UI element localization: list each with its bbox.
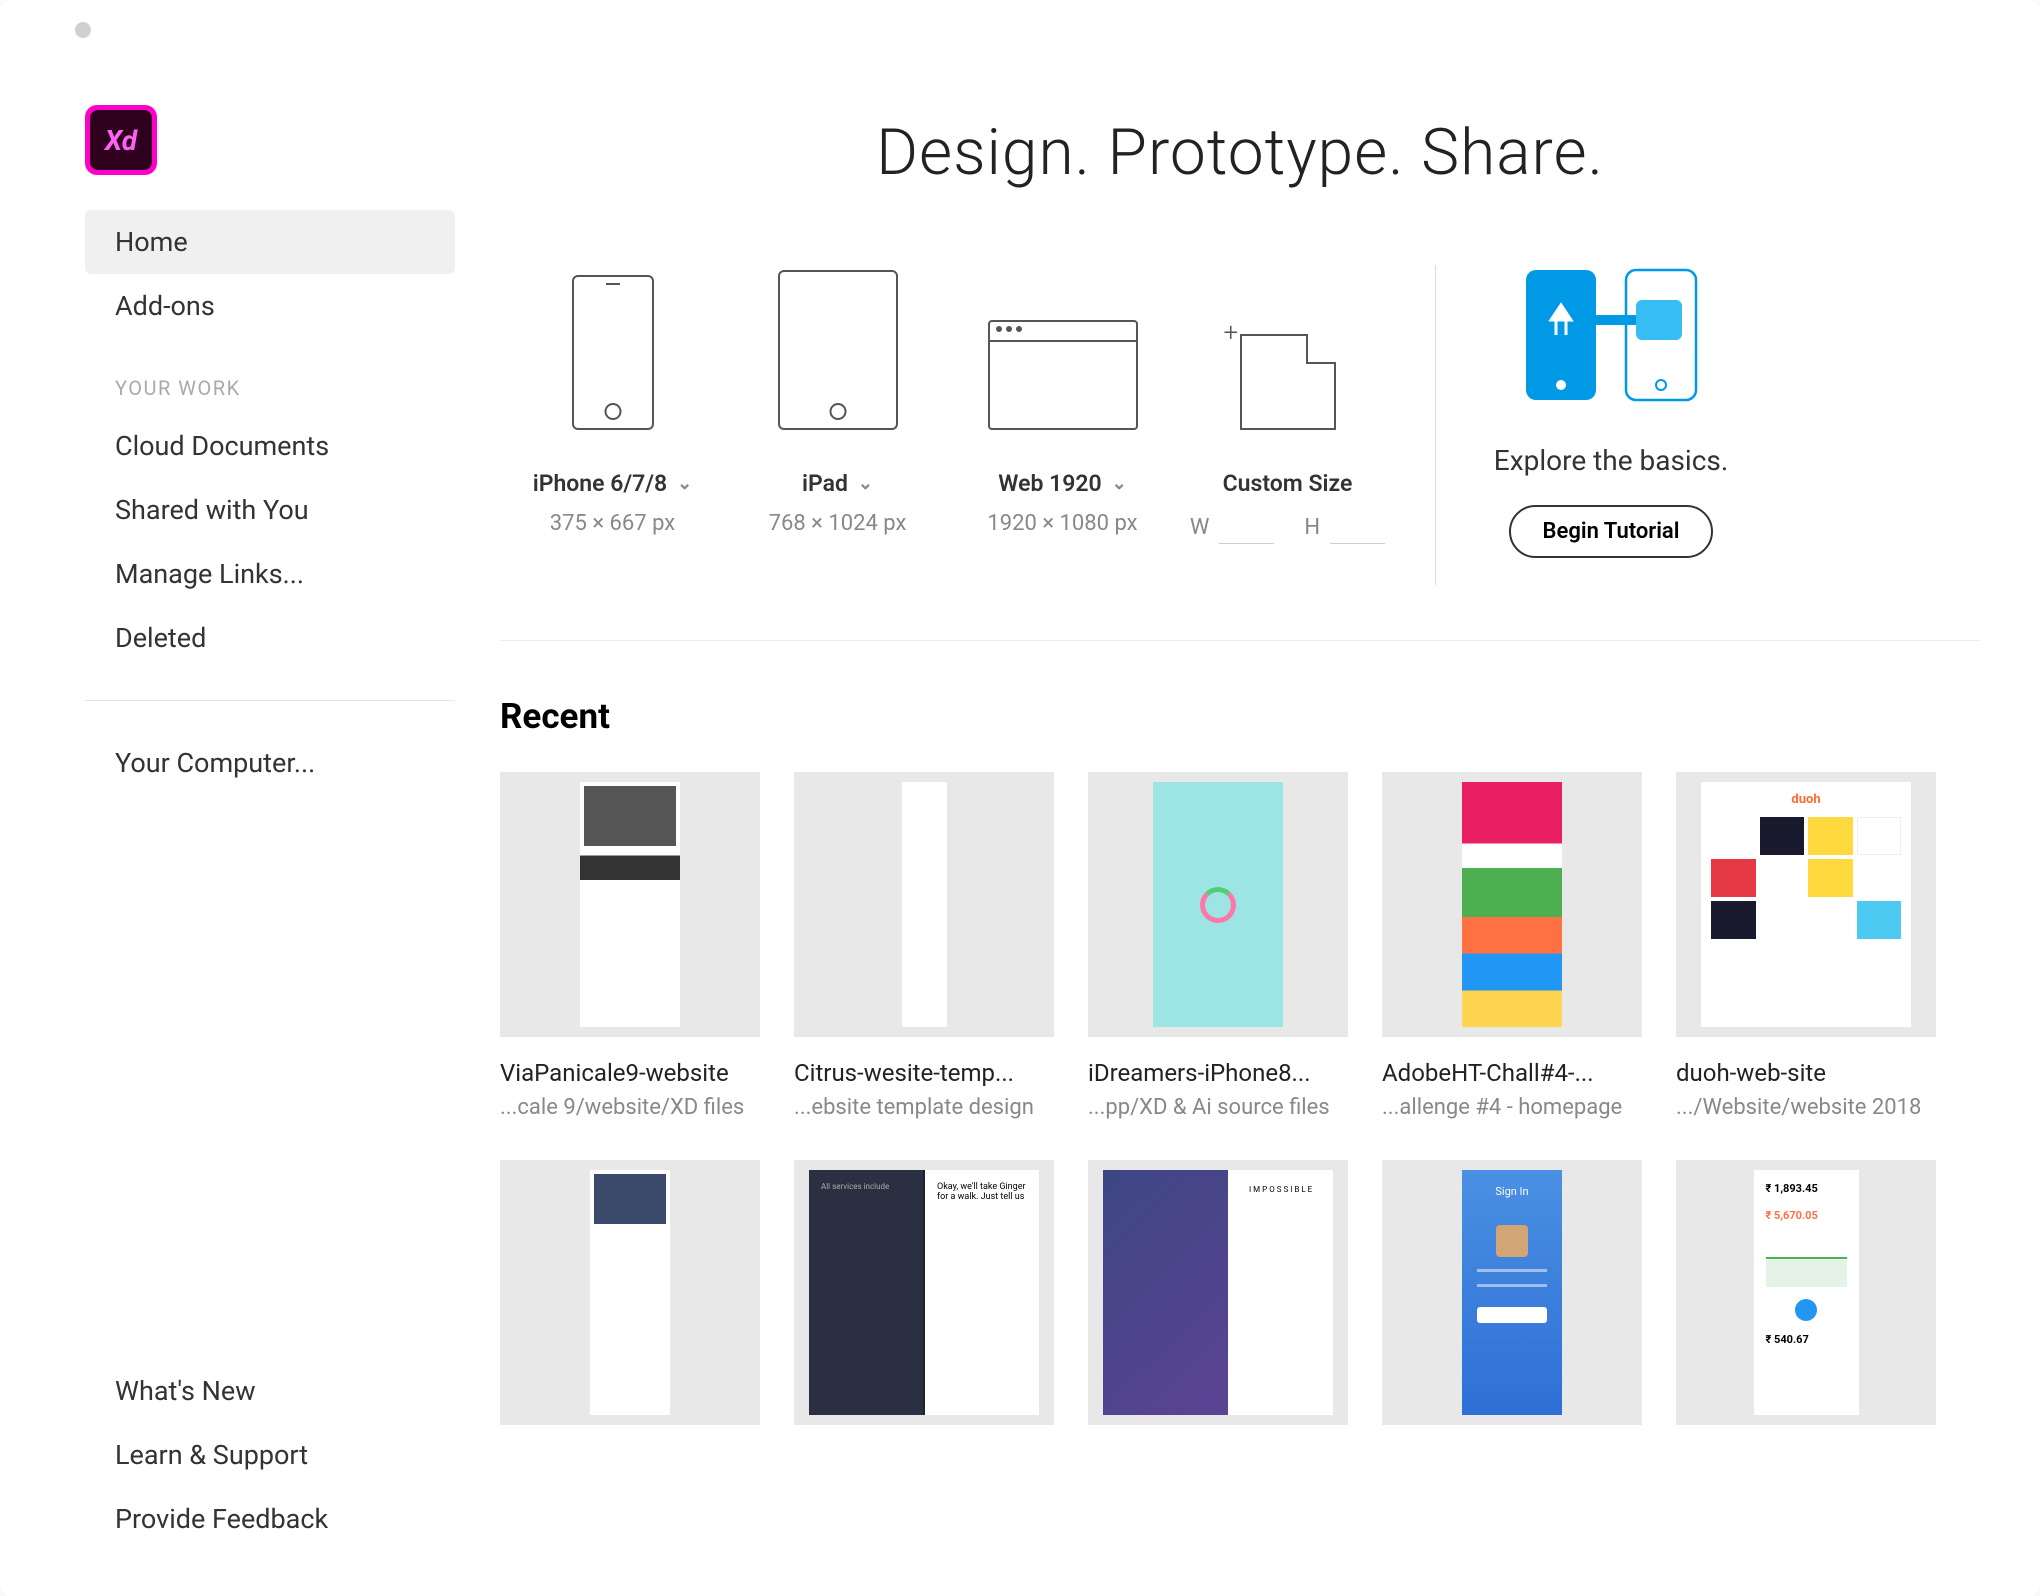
preset-iphone[interactable]: iPhone 6/7/8 ⌄ 375 × 667 px xyxy=(500,265,725,536)
hero-title: Design. Prototype. Share. xyxy=(500,115,1980,190)
thumbnail xyxy=(1088,772,1348,1037)
your-work-label: YOUR WORK xyxy=(85,338,455,414)
recent-grid: ViaPanicale9-website ...cale 9/website/X… xyxy=(500,772,1980,1447)
recent-item[interactable] xyxy=(1382,1160,1642,1447)
bottom-nav: What's New Learn & Support Provide Feedb… xyxy=(85,1359,455,1551)
preset-label: Custom Size xyxy=(1223,470,1353,497)
recent-item[interactable]: duoh-web-site .../Website/website 2018 xyxy=(1676,772,1936,1120)
preset-label-text: Custom Size xyxy=(1223,470,1353,497)
preset-dims: 768 × 1024 px xyxy=(769,511,907,536)
preset-label: iPad ⌄ xyxy=(802,470,873,497)
preset-dims: 375 × 667 px xyxy=(550,511,675,536)
tutorial-text: Explore the basics. xyxy=(1494,444,1728,477)
tutorial-icon xyxy=(1516,265,1706,414)
chevron-down-icon[interactable]: ⌄ xyxy=(858,473,873,494)
nav-manage-links[interactable]: Manage Links... xyxy=(85,542,455,606)
xd-logo: Xd xyxy=(85,105,157,175)
preset-label-text: iPad xyxy=(802,470,848,497)
thumbnail: IMPOSSIBLE xyxy=(1088,1160,1348,1425)
width-label: W xyxy=(1190,515,1210,540)
nav-shared-with-you[interactable]: Shared with You xyxy=(85,478,455,542)
preset-label: iPhone 6/7/8 ⌄ xyxy=(533,470,693,497)
xd-logo-text: Xd xyxy=(90,110,152,170)
recent-name: ViaPanicale9-website xyxy=(500,1059,760,1087)
thumbnail xyxy=(1676,772,1936,1037)
thumbnail xyxy=(500,772,760,1037)
recent-name: Citrus-wesite-temp... xyxy=(794,1059,1054,1087)
recent-name: iDreamers-iPhone8... xyxy=(1088,1059,1348,1087)
recent-name: AdobeHT-Chall#4-... xyxy=(1382,1059,1642,1087)
preset-dims: 1920 × 1080 px xyxy=(987,511,1137,536)
browser-icon xyxy=(988,265,1138,430)
recent-item[interactable]: Citrus-wesite-temp... ...ebsite template… xyxy=(794,772,1054,1120)
thumbnail: ₹ 1,893.45 ₹ 5,670.05 ₹ 540.67 xyxy=(1676,1160,1936,1425)
preset-custom[interactable]: + Custom Size W H xyxy=(1175,265,1400,544)
main-content: Design. Prototype. Share. iPhone 6/7/8 ⌄… xyxy=(500,115,1980,1447)
recent-path: ...cale 9/website/XD files xyxy=(500,1095,760,1120)
custom-inputs: W H xyxy=(1190,511,1385,544)
preset-ipad[interactable]: iPad ⌄ 768 × 1024 px xyxy=(725,265,950,536)
width-input[interactable] xyxy=(1219,511,1274,544)
begin-tutorial-button[interactable]: Begin Tutorial xyxy=(1509,505,1714,558)
preset-label-text: iPhone 6/7/8 xyxy=(533,470,667,497)
nav-learn-support[interactable]: Learn & Support xyxy=(85,1423,455,1487)
recent-item[interactable] xyxy=(500,1160,760,1447)
recent-item[interactable]: IMPOSSIBLE xyxy=(1088,1160,1348,1447)
nav-home[interactable]: Home xyxy=(85,210,455,274)
chevron-down-icon[interactable]: ⌄ xyxy=(677,473,692,494)
preset-web[interactable]: Web 1920 ⌄ 1920 × 1080 px xyxy=(950,265,1175,536)
custom-size-icon: + xyxy=(1240,265,1336,430)
recent-path: .../Website/website 2018 xyxy=(1676,1095,1936,1120)
nav-deleted[interactable]: Deleted xyxy=(85,606,455,670)
vertical-separator xyxy=(1435,265,1436,585)
recent-item[interactable]: iDreamers-iPhone8... ...pp/XD & Ai sourc… xyxy=(1088,772,1348,1120)
phone-icon xyxy=(572,265,654,430)
recent-name: duoh-web-site xyxy=(1676,1059,1936,1087)
nav-whats-new[interactable]: What's New xyxy=(85,1359,455,1423)
thumbnail: All services includeOkay, we'll take Gin… xyxy=(794,1160,1054,1425)
sidebar: Xd Home Add-ons YOUR WORK Cloud Document… xyxy=(85,105,455,795)
tutorial-panel: Explore the basics. Begin Tutorial xyxy=(1471,265,1751,558)
recent-path: ...pp/XD & Ai source files xyxy=(1088,1095,1348,1120)
recent-title: Recent xyxy=(500,696,1980,737)
nav-addons[interactable]: Add-ons xyxy=(85,274,455,338)
window-controls xyxy=(75,22,91,42)
tablet-icon xyxy=(778,265,898,430)
recent-path: ...allenge #4 - homepage xyxy=(1382,1095,1642,1120)
thumbnail xyxy=(500,1160,760,1425)
thumbnail xyxy=(1382,772,1642,1037)
sidebar-divider xyxy=(85,700,455,701)
nav-provide-feedback[interactable]: Provide Feedback xyxy=(85,1487,455,1551)
preset-label: Web 1920 ⌄ xyxy=(998,470,1127,497)
thumbnail xyxy=(1382,1160,1642,1425)
height-input[interactable] xyxy=(1330,511,1385,544)
window-dot[interactable] xyxy=(75,22,91,38)
thumbnail xyxy=(794,772,1054,1037)
preset-label-text: Web 1920 xyxy=(998,470,1101,497)
nav-your-computer[interactable]: Your Computer... xyxy=(85,731,455,795)
presets-row: iPhone 6/7/8 ⌄ 375 × 667 px iPad ⌄ 768 ×… xyxy=(500,265,1980,641)
recent-item[interactable]: ₹ 1,893.45 ₹ 5,670.05 ₹ 540.67 xyxy=(1676,1160,1936,1447)
recent-item[interactable]: AdobeHT-Chall#4-... ...allenge #4 - home… xyxy=(1382,772,1642,1120)
nav-cloud-documents[interactable]: Cloud Documents xyxy=(85,414,455,478)
chevron-down-icon[interactable]: ⌄ xyxy=(1112,473,1127,494)
recent-item[interactable]: All services includeOkay, we'll take Gin… xyxy=(794,1160,1054,1447)
recent-path: ...ebsite template design xyxy=(794,1095,1054,1120)
height-label: H xyxy=(1304,515,1320,540)
recent-item[interactable]: ViaPanicale9-website ...cale 9/website/X… xyxy=(500,772,760,1120)
